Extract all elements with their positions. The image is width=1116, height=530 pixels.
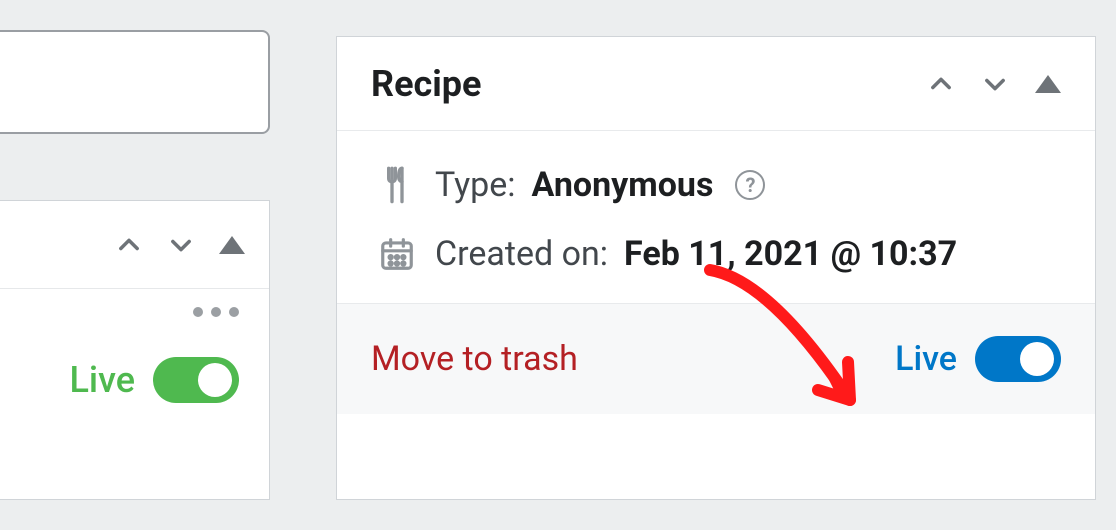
left-live-toggle[interactable] <box>153 357 239 403</box>
chevron-up-icon[interactable] <box>927 70 955 98</box>
live-label: Live <box>895 339 957 379</box>
left-live-label: Live <box>69 359 135 401</box>
created-label: Created on: <box>435 237 608 271</box>
left-partial-card-2: Live <box>0 200 270 500</box>
recipe-panel-body: Type: Anonymous ? Created on: <box>337 131 1095 304</box>
toggle-knob <box>198 363 232 397</box>
panel-header-controls <box>927 70 1061 98</box>
chevron-up-icon[interactable] <box>115 231 143 259</box>
triangle-up-icon[interactable] <box>1035 75 1061 93</box>
live-toggle[interactable] <box>975 336 1061 382</box>
live-group: Live <box>895 336 1061 382</box>
toggle-knob <box>1020 342 1054 376</box>
recipe-panel-footer: Move to trash Live <box>337 304 1095 414</box>
left-partial-card-1 <box>0 30 270 134</box>
move-to-trash-link[interactable]: Move to trash <box>371 339 578 379</box>
utensils-icon <box>375 165 419 205</box>
panel-title: Recipe <box>371 63 481 105</box>
type-label: Type: <box>435 168 516 202</box>
recipe-panel: Recipe Type: Anonymous <box>336 36 1096 500</box>
left-card-controls <box>0 201 269 289</box>
chevron-down-icon[interactable] <box>981 70 1009 98</box>
created-value: Feb 11, 2021 @ 10:37 <box>624 237 957 271</box>
created-row: Created on: Feb 11, 2021 @ 10:37 <box>375 235 1057 273</box>
recipe-panel-header: Recipe <box>337 37 1095 131</box>
type-row: Type: Anonymous ? <box>375 165 1057 205</box>
more-dots-icon[interactable] <box>0 289 269 317</box>
type-value: Anonymous <box>532 168 714 202</box>
triangle-up-icon[interactable] <box>219 236 245 254</box>
help-icon[interactable]: ? <box>735 170 765 200</box>
calendar-icon <box>375 235 419 273</box>
left-live-row: Live <box>0 317 269 403</box>
chevron-down-icon[interactable] <box>167 231 195 259</box>
